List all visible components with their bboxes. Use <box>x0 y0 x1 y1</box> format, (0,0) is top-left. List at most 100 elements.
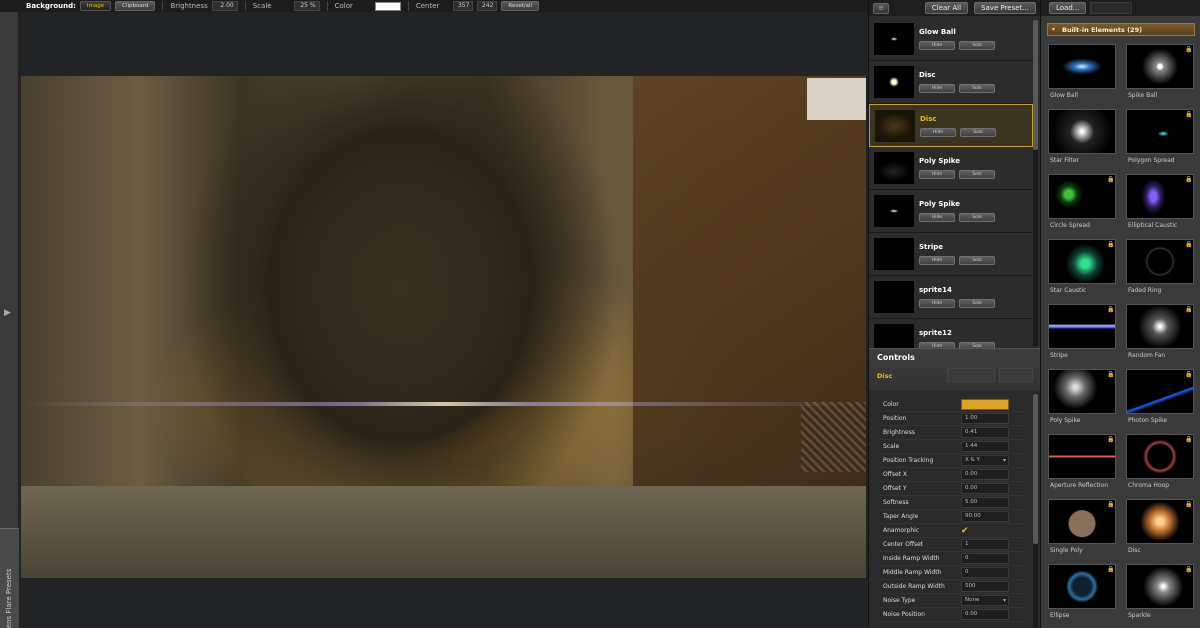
element-tile[interactable]: 🔒 Disc <box>1126 499 1198 564</box>
element-grid: Glow Ball 🔒 Spike Ball Star Filter 🔒 Polygon … <box>1048 44 1196 628</box>
element-tile[interactable]: 🔒 Poly Spike <box>1048 369 1120 434</box>
layer-hide-button[interactable]: Hide <box>919 84 955 93</box>
anamorphic-checkbox[interactable]: ✔ <box>961 526 971 536</box>
element-tile[interactable]: 🔒 Photon Spike <box>1126 369 1198 434</box>
scale-input[interactable]: 25 % <box>293 1 320 11</box>
parameter-row: Noise Type None <box>877 594 1027 608</box>
center-y-input[interactable]: 242 <box>477 1 498 11</box>
background-label: Background: <box>26 2 76 10</box>
layer-thumbnail <box>875 110 915 142</box>
element-name: Star Filter <box>1050 157 1080 164</box>
wall-sign <box>807 78 866 120</box>
element-tile[interactable]: 🔒 Ellipse <box>1048 564 1120 628</box>
parameter-label: Anamorphic <box>883 527 920 534</box>
element-thumbnail: 🔒 <box>1048 304 1116 349</box>
built-in-elements-header[interactable]: ▾ Built-in Elements (29) <box>1047 23 1195 36</box>
layer-name: sprite14 <box>919 286 952 294</box>
element-tile[interactable]: 🔒 Polygon Spread <box>1126 109 1198 174</box>
controls-scrollbar[interactable] <box>1033 394 1038 628</box>
parameter-value-input[interactable]: 1.44 <box>961 441 1009 452</box>
layer-solo-button[interactable]: Solo <box>959 84 995 93</box>
save-preset-button[interactable]: Save Preset... <box>974 2 1036 14</box>
layer-row[interactable]: Poly Spike Hide Solo <box>869 190 1033 233</box>
element-tile[interactable]: 🔒 Chroma Hoop <box>1126 434 1198 499</box>
parameter-row: Softness 5.00 <box>877 496 1027 510</box>
layer-solo-button[interactable]: Solo <box>959 170 995 179</box>
reset-all-button[interactable]: Reset/all <box>501 1 540 11</box>
layer-solo-button[interactable]: Solo <box>959 299 995 308</box>
parameter-dropdown[interactable]: X & Y <box>961 455 1009 466</box>
element-tile[interactable]: 🔒 Sparkle <box>1126 564 1198 628</box>
color-swatch[interactable] <box>961 399 1009 410</box>
layer-name: Poly Spike <box>919 200 961 208</box>
brightness-input[interactable]: 2.00 <box>211 1 238 11</box>
layer-row[interactable]: Disc Hide Solo <box>869 61 1033 104</box>
layer-solo-button[interactable]: Solo <box>959 256 995 265</box>
parameter-value-input[interactable]: 0 <box>961 553 1009 564</box>
layer-list-scrollbar[interactable] <box>1033 20 1038 346</box>
parameter-value-input[interactable]: 0.00 <box>961 469 1009 480</box>
scrollbar-thumb[interactable] <box>1033 20 1038 150</box>
color-label: Color <box>334 2 353 10</box>
element-tile[interactable]: 🔒 Single Poly <box>1048 499 1120 564</box>
layer-solo-button[interactable]: Solo <box>960 128 996 137</box>
layer-hide-button[interactable]: Hide <box>919 213 955 222</box>
element-tile[interactable]: 🔒 Spike Ball <box>1126 44 1198 109</box>
preview-image[interactable] <box>21 76 866 578</box>
parameter-value-input[interactable]: 1 <box>961 539 1009 550</box>
background-image-button[interactable]: Image <box>79 1 112 11</box>
layer-hide-button[interactable]: Hide <box>920 128 956 137</box>
background-clipboard-button[interactable]: Clipboard <box>115 1 156 11</box>
lock-icon: 🔒 <box>1185 436 1193 443</box>
layer-hide-button[interactable]: Hide <box>919 170 955 179</box>
expand-arrow-icon[interactable]: ▶ <box>4 308 11 318</box>
center-x-input[interactable]: 357 <box>453 1 474 11</box>
layers-toolbar: ≡ Clear All Save Preset... <box>869 0 1040 16</box>
element-tile[interactable]: 🔒 Star Caustic <box>1048 239 1120 304</box>
parameter-value-input[interactable]: 0.00 <box>961 609 1009 620</box>
lock-icon: 🔒 <box>1107 501 1115 508</box>
scrollbar-thumb[interactable] <box>1033 394 1038 544</box>
layer-hide-button[interactable]: Hide <box>919 299 955 308</box>
layer-hide-button[interactable]: Hide <box>919 41 955 50</box>
parameter-value-input[interactable]: 0 <box>961 567 1009 578</box>
element-tile[interactable]: 🔒 Random Fan <box>1126 304 1198 369</box>
parameter-value-input[interactable]: 90.00 <box>961 511 1009 522</box>
parameter-value-input[interactable]: 0.41 <box>961 427 1009 438</box>
element-thumbnail: 🔒 <box>1126 564 1194 609</box>
parameter-row: Taper Angle 90.00 <box>877 510 1027 524</box>
lock-icon: 🔒 <box>1185 241 1193 248</box>
layer-row[interactable]: Stripe Hide Solo <box>869 233 1033 276</box>
layer-row[interactable]: Poly Spike Hide Solo <box>869 147 1033 190</box>
layer-row[interactable]: sprite14 Hide Solo <box>869 276 1033 319</box>
concrete-ledge <box>21 486 866 578</box>
parameter-row: Position 1.00 <box>877 412 1027 426</box>
layer-row[interactable]: Glow Ball Hide Solo <box>869 18 1033 61</box>
element-tile[interactable]: Glow Ball <box>1048 44 1120 109</box>
load-button[interactable]: Load... <box>1049 2 1087 14</box>
element-tile[interactable]: 🔒 Aperture Reflection <box>1048 434 1120 499</box>
clear-all-button[interactable]: Clear All <box>924 2 969 14</box>
element-tile[interactable]: 🔒 Faded Ring <box>1126 239 1198 304</box>
parameter-label: Position Tracking <box>883 457 934 464</box>
lens-flare-presets-tab[interactable]: Lens Flare Presets <box>0 528 19 628</box>
parameter-label: Offset Y <box>883 485 907 492</box>
disabled-button <box>1090 2 1133 14</box>
element-tile[interactable]: 🔒 Elliptical Caustic <box>1126 174 1198 239</box>
element-thumbnail <box>1048 44 1116 89</box>
parameter-value-input[interactable]: 5.00 <box>961 497 1009 508</box>
parameter-dropdown[interactable]: None <box>961 595 1009 606</box>
parameter-value-input[interactable]: 0.00 <box>961 483 1009 494</box>
parameter-value-input[interactable]: 1.00 <box>961 413 1009 424</box>
layer-hide-button[interactable]: Hide <box>919 256 955 265</box>
menu-icon[interactable]: ≡ <box>873 2 889 14</box>
layer-row[interactable]: Disc Hide Solo <box>869 104 1033 147</box>
element-tile[interactable]: 🔒 Circle Spread <box>1048 174 1120 239</box>
element-tile[interactable]: Star Filter <box>1048 109 1120 174</box>
background-color-swatch[interactable] <box>374 1 401 11</box>
layer-solo-button[interactable]: Solo <box>959 213 995 222</box>
element-tile[interactable]: 🔒 Stripe <box>1048 304 1120 369</box>
layer-solo-button[interactable]: Solo <box>959 41 995 50</box>
parameter-value-input[interactable]: 500 <box>961 581 1009 592</box>
parameter-row: Center Offset 1 <box>877 538 1027 552</box>
